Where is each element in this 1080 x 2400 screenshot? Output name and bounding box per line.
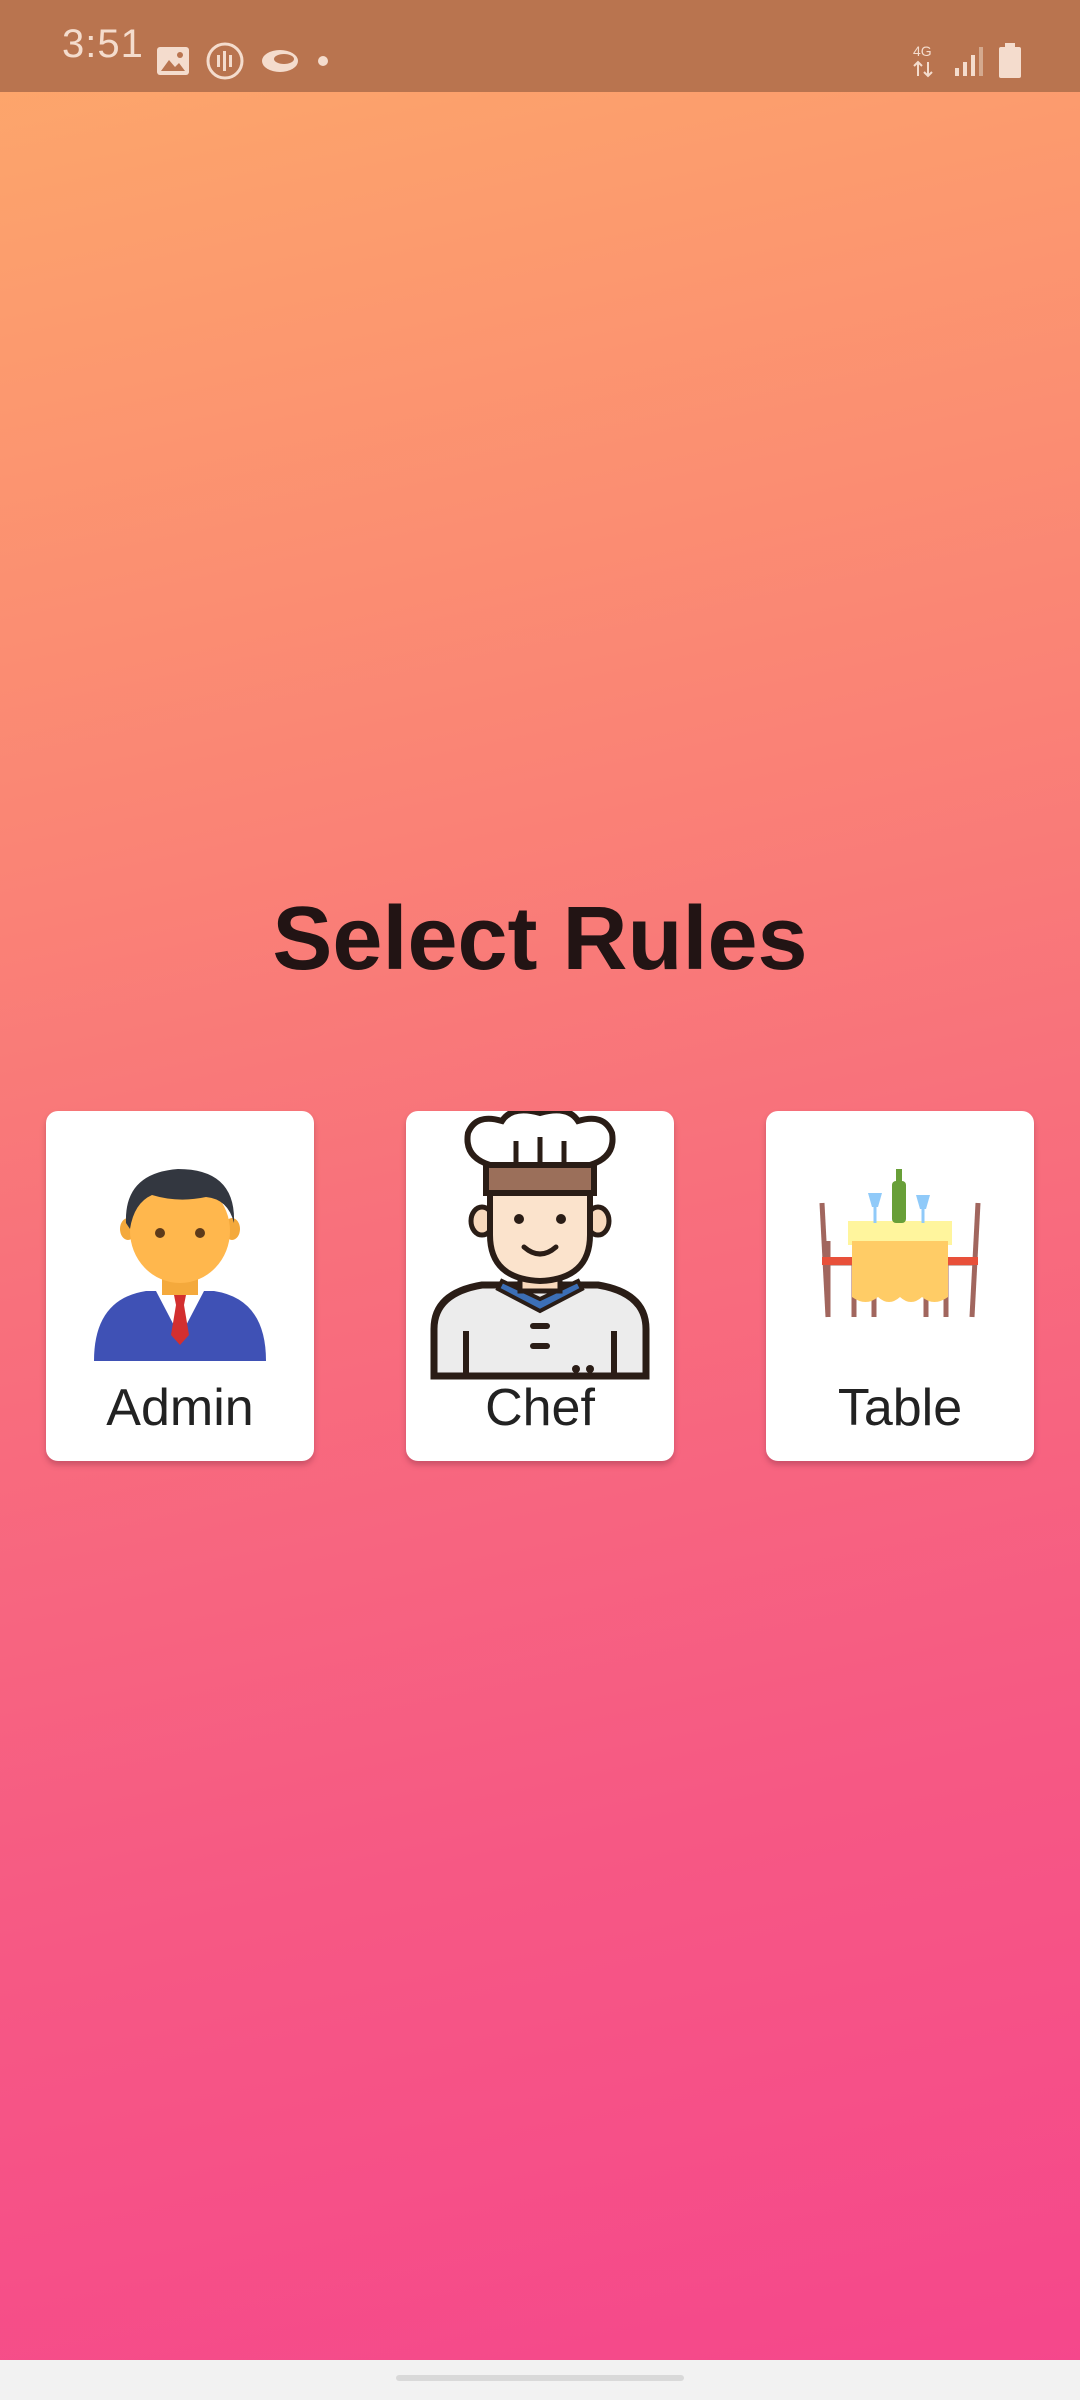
navigation-bar	[0, 2360, 1080, 2400]
dining-table-icon	[819, 1169, 981, 1318]
audio-app-icon	[206, 42, 244, 80]
cloud-app-icon	[262, 50, 298, 72]
svg-text:4G: 4G	[913, 43, 932, 59]
chef-person-icon	[430, 1111, 650, 1380]
role-label-admin: Admin	[106, 1379, 254, 1437]
system-icons: 4G	[910, 42, 1022, 80]
status-bar: 3:51 4G	[0, 0, 1080, 92]
notification-icons	[156, 42, 330, 80]
more-notifications-dot-icon	[318, 56, 328, 66]
role-label-chef: Chef	[485, 1379, 595, 1437]
role-card-chef[interactable]: Chef	[406, 1111, 674, 1461]
role-card-admin[interactable]: Admin	[46, 1111, 314, 1461]
signal-strength-icon	[955, 47, 983, 76]
role-label-table: Table	[837, 1379, 963, 1437]
image-notification-icon	[157, 47, 189, 75]
page-title: Select Rules	[272, 889, 808, 989]
admin-person-icon	[94, 1169, 266, 1361]
status-time: 3:51	[62, 22, 144, 66]
battery-icon	[999, 43, 1021, 78]
home-gesture-handle[interactable]	[396, 2375, 684, 2381]
role-selection-screen: 3:51 4G Select Rules Admin Chef Table	[0, 0, 1080, 2400]
network-4g-icon: 4G	[913, 43, 933, 78]
role-card-table[interactable]: Table	[766, 1111, 1034, 1461]
